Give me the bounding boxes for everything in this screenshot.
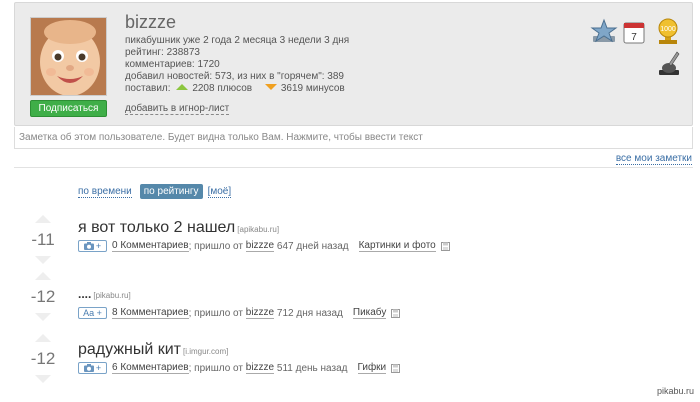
star-award-icon	[590, 18, 618, 43]
comments-link[interactable]: 8 Комментариев	[112, 307, 189, 319]
award-badge-text: 1000	[660, 26, 676, 33]
from-text: ; пришло от	[188, 240, 243, 252]
from-text: ; пришло от	[188, 307, 243, 319]
baby-photo	[31, 18, 106, 95]
info-duration: пикабушник уже 2 года 2 месяца 3 недели …	[125, 35, 350, 46]
svg-text:7: 7	[631, 32, 637, 43]
upvote-arrow-icon[interactable]	[35, 272, 51, 280]
pluses-count: 2208 плюсов	[192, 83, 253, 94]
vote-block: -12	[26, 272, 60, 321]
profile-panel: Подписаться bizzze пикабушник уже 2 года…	[14, 2, 693, 126]
category-link[interactable]: Картинки и фото	[358, 240, 436, 252]
profile-info: пикабушник уже 2 года 2 месяца 3 недели …	[125, 35, 349, 95]
info-rating: рейтинг: 238873	[125, 47, 200, 58]
post-time: 712 дня назад	[276, 307, 343, 319]
username: bizzze	[125, 12, 177, 32]
info-votes: поставил: 2208 плюсов 3619 минусов	[125, 83, 349, 95]
downvote-arrow-icon[interactable]	[35, 313, 51, 321]
all-notes-link[interactable]: все мои заметки	[615, 153, 692, 165]
tag-plus: +	[95, 363, 102, 373]
upvote-arrow-icon[interactable]	[35, 215, 51, 223]
image-tag[interactable]: +	[78, 240, 107, 252]
post-item: я вот только 2 нашел [apikabu.ru] + 0 Ком…	[78, 219, 450, 252]
post-time: 511 день назад	[276, 362, 348, 374]
user-note-field[interactable]: Заметка об этом пользователе. Будет видн…	[14, 127, 693, 149]
post-source: [i.imgur.com]	[183, 347, 229, 356]
category-link[interactable]: Пикабу	[352, 307, 387, 319]
text-tag[interactable]: Aa +	[78, 307, 107, 319]
author-link[interactable]: bizzze	[245, 240, 275, 252]
minus-arrow-icon	[264, 84, 277, 90]
save-icon[interactable]	[391, 363, 401, 373]
post-score: -12	[30, 287, 56, 306]
sort-by-rating[interactable]: по рейтингу	[139, 184, 203, 199]
post-score: -11	[31, 230, 55, 249]
post-time: 647 дней назад	[276, 240, 349, 252]
image-tag[interactable]: +	[78, 362, 107, 374]
divider	[14, 167, 693, 168]
calendar-award-icon: 7	[623, 22, 645, 44]
camera-icon	[83, 364, 94, 372]
votes-prefix: поставил:	[125, 83, 171, 94]
post-source: [pikabu.ru]	[93, 291, 131, 300]
sort-tabs: по времени по рейтингу [моё]	[78, 184, 232, 199]
from-text: ; пришло от	[188, 362, 243, 374]
post-item: радужный кит [i.imgur.com] + 6 Комментари…	[78, 341, 401, 374]
info-news: добавил новостей: 573, из них в "горячем…	[125, 71, 344, 82]
downvote-arrow-icon[interactable]	[35, 256, 51, 264]
category-link[interactable]: Гифки	[357, 362, 387, 374]
plus-arrow-icon	[176, 84, 189, 90]
post-score: -12	[30, 349, 56, 368]
sort-mine[interactable]: [моё]	[207, 186, 232, 198]
upvote-arrow-icon[interactable]	[35, 334, 51, 342]
avatar[interactable]	[30, 17, 107, 96]
awards: 7 1000	[589, 18, 689, 78]
minuses-count: 3619 минусов	[280, 83, 345, 94]
ignore-link[interactable]: добавить в игнор-лист	[125, 103, 230, 115]
post-item: .... [pikabu.ru] Aa + 8 Комментариев; при…	[78, 285, 401, 319]
author-link[interactable]: bizzze	[245, 362, 275, 374]
vote-block: -11	[26, 215, 60, 264]
watermark: pikabu.ru	[656, 386, 694, 396]
author-link[interactable]: bizzze	[245, 307, 275, 319]
trophy-1000-icon: 1000	[658, 18, 678, 44]
comments-link[interactable]: 6 Комментариев	[112, 362, 189, 374]
camera-icon	[83, 242, 94, 250]
post-source: [apikabu.ru]	[237, 225, 280, 234]
post-title[interactable]: ....	[78, 287, 91, 301]
save-icon[interactable]	[440, 241, 450, 251]
post-title[interactable]: радужный кит	[78, 341, 181, 358]
subscribe-button[interactable]: Подписаться	[30, 100, 107, 117]
info-comments: комментариев: 1720	[125, 59, 220, 70]
post-title[interactable]: я вот только 2 нашел	[78, 219, 235, 236]
comments-link[interactable]: 0 Комментариев	[112, 240, 189, 252]
ink-pen-award-icon	[659, 51, 680, 75]
tag-plus: +	[95, 241, 102, 251]
vote-block: -12	[26, 334, 60, 383]
save-icon[interactable]	[391, 308, 401, 318]
sort-by-time[interactable]: по времени	[78, 186, 132, 198]
downvote-arrow-icon[interactable]	[35, 375, 51, 383]
